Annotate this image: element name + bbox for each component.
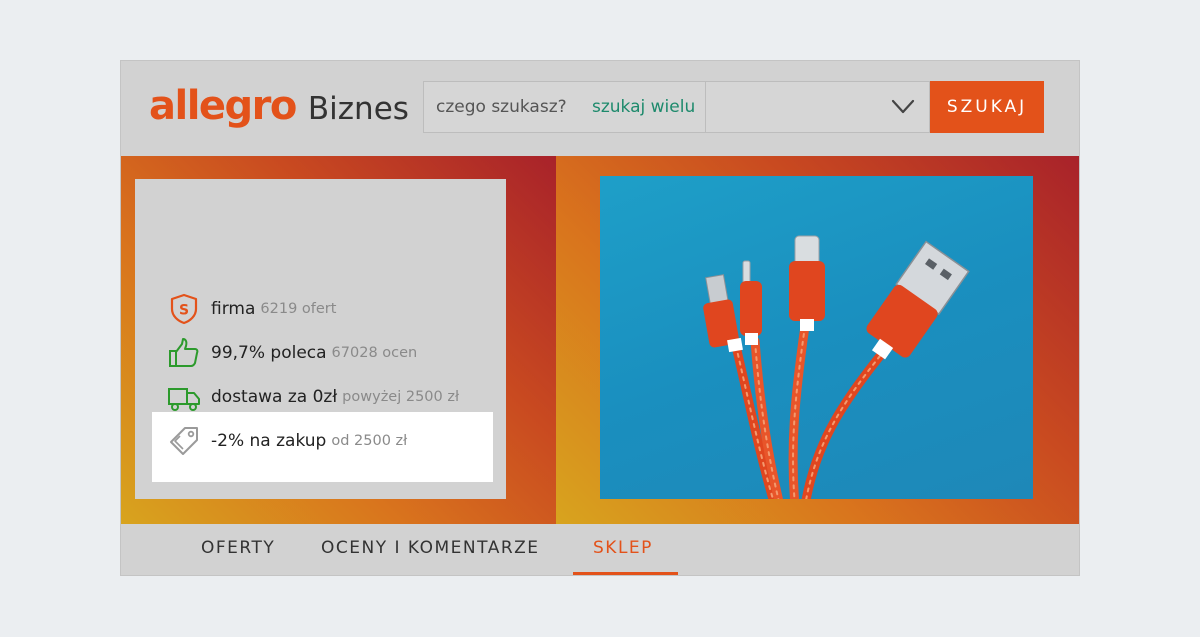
search-button[interactable]: SZUKAJ	[930, 81, 1044, 133]
price-tag-icon	[170, 427, 198, 455]
review-count[interactable]: 67028 ocen	[332, 345, 418, 361]
store-info-discount: -2% na zakup od 2500 zł	[167, 424, 407, 458]
tab-reviews[interactable]: OCENY I KOMENTARZE	[321, 538, 540, 558]
store-info-rating: 99,7% poleca 67028 ocen	[167, 336, 417, 370]
tab-offers[interactable]: OFERTY	[201, 538, 275, 558]
delivery-truck-icon	[168, 388, 200, 411]
discount-value: -2% na zakup	[211, 431, 327, 451]
cables-illustration	[703, 235, 970, 499]
store-info-delivery: dostawa za 0zł powyżej 2500 zł	[167, 380, 459, 414]
free-delivery-threshold: powyżej 2500 zł	[342, 389, 460, 405]
tab-store[interactable]: SKLEP	[593, 538, 653, 558]
logo-suffix: Biznes	[307, 91, 409, 127]
usb-cables-photo	[600, 176, 1033, 499]
chevron-down-icon	[891, 99, 915, 114]
category-dropdown[interactable]	[706, 82, 929, 132]
recommendation-rate: 99,7% poleca	[211, 343, 327, 363]
thumbs-up-icon	[169, 338, 199, 367]
discount-threshold: od 2500 zł	[331, 433, 408, 449]
seller-type: firma	[211, 299, 256, 319]
search-many-link[interactable]: szukaj wielu	[586, 97, 705, 117]
offer-count[interactable]: 6219 ofert	[260, 301, 336, 317]
store-info-seller: S firma 6219 ofert	[167, 292, 336, 326]
allegro-biznes-logo[interactable]: allegro Biznes	[149, 83, 409, 133]
search-input[interactable]	[424, 82, 586, 132]
store-banner-right	[556, 156, 1079, 524]
svg-text:S: S	[179, 303, 189, 319]
store-tabs: OFERTY OCENY I KOMENTARZE SKLEP	[121, 524, 1079, 576]
logo-brand: allegro	[149, 83, 297, 129]
super-seller-shield-icon: S	[170, 293, 198, 325]
store-page-frame: allegro Biznes szukaj wielu SZUKAJ S fir…	[120, 60, 1080, 576]
store-banner-left: S firma 6219 ofert 99,7% poleca 67028 oc…	[121, 156, 556, 524]
search-bar: szukaj wielu	[423, 81, 930, 133]
store-info-card: S firma 6219 ofert 99,7% poleca 67028 oc…	[135, 179, 506, 499]
free-delivery: dostawa za 0zł	[211, 387, 338, 407]
active-tab-underline	[573, 572, 678, 575]
